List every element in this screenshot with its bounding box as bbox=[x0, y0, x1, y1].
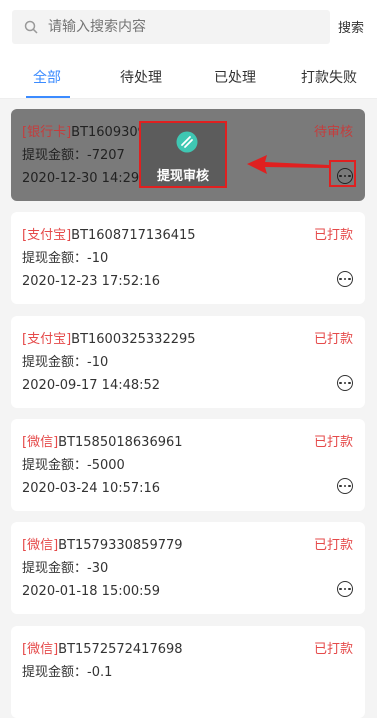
search-input[interactable] bbox=[46, 18, 310, 36]
withdrawal-record-card[interactable]: [微信]BT1572572417698 提现金额：-0.1 已打款 bbox=[11, 626, 365, 718]
status-badge: 已打款 bbox=[313, 332, 353, 347]
status-tabs: 全部 待处理 已处理 打款失败 bbox=[0, 54, 377, 99]
more-options-icon[interactable] bbox=[337, 271, 353, 287]
more-options-icon[interactable] bbox=[337, 478, 353, 494]
amount-value: -7207 bbox=[87, 148, 125, 163]
search-button[interactable]: 搜索 bbox=[338, 17, 364, 36]
active-tab-indicator bbox=[26, 96, 70, 98]
search-bar: 搜索 bbox=[0, 0, 377, 54]
tab-all[interactable]: 全部 bbox=[33, 67, 61, 87]
review-icon bbox=[176, 131, 198, 153]
more-options-icon[interactable] bbox=[337, 581, 353, 597]
amount-label: 提现金额： bbox=[22, 251, 88, 266]
payment-type: [微信] bbox=[22, 538, 59, 553]
record-datetime: 2020-01-18 15:00:59 bbox=[22, 584, 161, 599]
annotation-highlight-box bbox=[329, 160, 356, 187]
status-badge: 已打款 bbox=[313, 435, 353, 450]
record-datetime: 2020-09-17 14:48:52 bbox=[22, 378, 161, 393]
status-badge: 已打款 bbox=[313, 228, 353, 243]
record-id: BT1600325332295 bbox=[71, 332, 196, 347]
payment-type: [支付宝] bbox=[22, 228, 72, 243]
more-options-icon[interactable] bbox=[337, 375, 353, 391]
record-id: BT1572572417698 bbox=[58, 642, 183, 657]
record-datetime: 2020-12-23 17:52:16 bbox=[22, 274, 161, 289]
status-badge: 已打款 bbox=[313, 538, 353, 553]
review-action-popup[interactable]: 提现审核 bbox=[139, 121, 227, 188]
status-badge: 已打款 bbox=[313, 642, 353, 657]
search-icon bbox=[24, 20, 38, 34]
tab-pending[interactable]: 待处理 bbox=[120, 67, 162, 87]
record-id: BT1585018636961 bbox=[58, 435, 183, 450]
payment-type: [银行卡] bbox=[22, 125, 72, 140]
record-id: BT1579330859779 bbox=[58, 538, 183, 553]
amount-value: -10 bbox=[87, 355, 109, 370]
withdrawal-record-card[interactable]: [支付宝]BT1608717136415 提现金额：-10 2020-12-23… bbox=[11, 212, 365, 304]
search-box[interactable] bbox=[12, 10, 330, 44]
tab-processed[interactable]: 已处理 bbox=[214, 67, 256, 87]
withdrawal-record-card[interactable]: [支付宝]BT1600325332295 提现金额：-10 2020-09-17… bbox=[11, 316, 365, 408]
tab-payment-failed[interactable]: 打款失败 bbox=[301, 67, 357, 87]
amount-value: -30 bbox=[87, 561, 109, 576]
payment-type: [微信] bbox=[22, 642, 59, 657]
annotation-arrow-icon bbox=[247, 155, 329, 174]
amount-label: 提现金额： bbox=[22, 561, 88, 576]
withdrawal-record-card[interactable]: [微信]BT1585018636961 提现金额：-5000 2020-03-2… bbox=[11, 419, 365, 511]
amount-value: -0.1 bbox=[87, 665, 113, 680]
amount-label: 提现金额： bbox=[22, 665, 88, 680]
payment-type: [支付宝] bbox=[22, 332, 72, 347]
status-badge: 待审核 bbox=[313, 125, 353, 140]
record-datetime: 2020-03-24 10:57:16 bbox=[22, 481, 161, 496]
review-action-label: 提现审核 bbox=[156, 169, 209, 184]
amount-value: -10 bbox=[87, 251, 109, 266]
amount-value: -5000 bbox=[87, 458, 125, 473]
payment-type: [微信] bbox=[22, 435, 59, 450]
amount-label: 提现金额： bbox=[22, 355, 88, 370]
withdrawal-record-card[interactable]: [微信]BT1579330859779 提现金额：-30 2020-01-18 … bbox=[11, 522, 365, 614]
amount-label: 提现金额： bbox=[22, 148, 88, 163]
record-id: BT1608717136415 bbox=[71, 228, 196, 243]
amount-label: 提现金额： bbox=[22, 458, 88, 473]
